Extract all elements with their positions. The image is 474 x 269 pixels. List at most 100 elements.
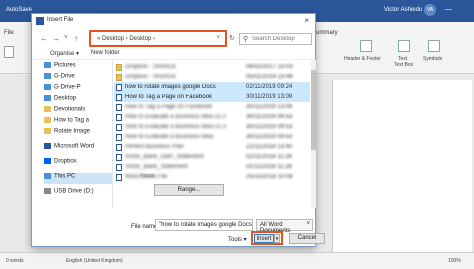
sidebar-item-label: Dropbox — [54, 158, 77, 165]
file-row[interactable]: How to Tag a Page on Facebook 30/11/2019 … — [114, 102, 310, 112]
file-date: 02/11/2019 09:24 — [246, 84, 293, 90]
word-icon — [44, 143, 51, 149]
up-arrow-icon[interactable]: ↑ — [74, 34, 78, 43]
file-list-scrollbar[interactable] — [311, 60, 316, 208]
file-row[interactable]: How to Evaluate a Business Idea v1.0 30/1… — [114, 112, 310, 122]
sidebar-item-microsoft-word[interactable]: Microsoft Word — [44, 143, 112, 154]
ribbon-tab[interactable]: ummary — [316, 30, 338, 36]
insert-dropdown-button[interactable]: ▾ — [274, 234, 280, 243]
chevron-down-icon[interactable]: ˅ — [216, 35, 220, 41]
dropbox-icon — [44, 158, 51, 164]
back-arrow-icon[interactable]: ← — [40, 34, 48, 43]
sidebar-item-pictures[interactable]: Pictures — [44, 62, 112, 73]
insert-file-dialog: Insert File × ← → ˅ ↑ « Desktop › Deskto… — [31, 13, 325, 247]
sidebar-item-label: USB Drive (D:) — [54, 188, 94, 195]
sidebar-item-g-drive[interactable]: G-Drive — [44, 73, 112, 84]
ribbon-insert-icon[interactable] — [4, 46, 14, 58]
word-count[interactable]: 0 words — [6, 258, 24, 264]
document-page[interactable] — [332, 80, 472, 252]
close-icon[interactable]: × — [304, 16, 309, 25]
sidebar-item-label: How to Tag a — [54, 117, 89, 124]
word-icon — [36, 17, 44, 25]
sidebar-item-desktop[interactable]: Desktop — [44, 95, 112, 106]
desktop-icon — [44, 95, 51, 101]
insert-button[interactable]: Insert — [254, 234, 274, 243]
organise-button[interactable]: Organise ▾ — [50, 50, 79, 57]
file-row[interactable]: How to Evaluate a Business Idea v1.0 30/1… — [114, 122, 310, 132]
file-date: 22/11/2018 13:40 — [246, 144, 293, 150]
file-row[interactable]: How to Tag a Page on Facebook 30/11/2019 … — [114, 92, 310, 102]
status-bar: 0 words English (United Kingdom) 100% — [0, 252, 474, 269]
recent-chevron-icon[interactable]: ˅ — [64, 35, 68, 41]
file-row[interactable]: Dropbox - Shortcut 06/02/2017 15:03 — [114, 62, 310, 72]
file-row[interactable]: how to rotate images google Docs 02/11/20… — [114, 82, 310, 92]
file-name-field[interactable]: "how to rotate images google Docs" "I — [155, 219, 253, 231]
word-document-icon — [116, 114, 122, 121]
file-type-select[interactable]: All Word Documents ˅ — [256, 219, 313, 234]
file-name: How to Tag a Page on Facebook — [125, 94, 212, 100]
folder-shortcut-icon — [116, 74, 122, 81]
sidebar-item-rotate-image[interactable]: Rotate Image — [44, 128, 112, 139]
cancel-button[interactable]: Cancel — [289, 233, 325, 244]
range-button[interactable]: Range... — [154, 184, 224, 196]
file-name: How to Tag a Page on Facebook — [125, 104, 212, 110]
sidebar-item-label: Rotate Image — [54, 128, 91, 135]
user-name[interactable]: Victor Ashiedu — [384, 7, 422, 13]
header-footer-icon[interactable] — [360, 40, 372, 52]
dialog-toolbar: Organise ▾ New folder — [32, 48, 315, 60]
chevron-down-icon: ˅ — [306, 221, 310, 227]
file-date: 25/10/2018 10:08 — [246, 174, 293, 180]
folder-icon — [44, 106, 51, 112]
file-name: Victor_Bank_GBP_Statement — [125, 154, 204, 160]
autosave-label[interactable]: AutoSave — [6, 7, 32, 13]
search-box[interactable]: ⚲ — [239, 33, 312, 45]
word-document-icon — [116, 164, 122, 171]
sidebar-item-label: Desktop — [54, 95, 77, 102]
file-row[interactable]: Victor_Bank_GBP_Statement 02/11/2018 11:2… — [114, 152, 310, 162]
file-date: 30/11/2019 09:53 — [246, 114, 293, 120]
sidebar-item-g-drive-p[interactable]: G-Drive-P — [44, 84, 112, 95]
language[interactable]: English (United Kingdom) — [66, 258, 123, 264]
avatar[interactable]: VA — [424, 4, 436, 16]
sidebar-item-usb-drive[interactable]: USB Drive (D:) — [44, 188, 112, 199]
drive-icon — [44, 73, 51, 79]
sidebar-item-label: This PC — [54, 173, 76, 180]
tools-button[interactable]: Tools ▾ — [228, 236, 247, 243]
word-document-icon — [116, 144, 122, 151]
scrollbar-thumb[interactable] — [311, 70, 316, 150]
sidebar-item-label: Pictures — [54, 62, 76, 69]
file-name: Victor_Bank_Statement — [125, 164, 188, 170]
word-document-icon — [116, 154, 122, 161]
forward-arrow-icon[interactable]: → — [52, 34, 60, 43]
dialog-titlebar: Insert File × — [32, 14, 315, 28]
symbols-label[interactable]: Symbols — [423, 56, 442, 62]
folder-shortcut-icon — [116, 64, 122, 71]
sidebar-item-this-pc[interactable]: This PC — [44, 173, 112, 184]
file-row[interactable]: Victor_Bank_Statement 01/11/2018 11:28 — [114, 162, 310, 172]
file-name: Dropbox - Shortcut — [125, 74, 176, 80]
text-icon[interactable] — [398, 40, 410, 52]
file-date: 02/11/2018 11:28 — [246, 154, 292, 160]
search-input[interactable] — [252, 34, 310, 44]
address-bar[interactable]: « Desktop › Desktop › ˅ — [89, 30, 227, 47]
symbols-icon[interactable] — [428, 40, 440, 52]
refresh-icon[interactable]: ↻ — [229, 34, 235, 42]
sidebar-item-dropbox[interactable]: Dropbox — [44, 158, 112, 169]
file-row[interactable]: Perfect Business Plan 22/11/2018 13:40 — [114, 142, 310, 152]
minimize-icon[interactable]: — — [445, 6, 452, 13]
sidebar-item-devotionals[interactable]: Devotionals — [44, 106, 112, 117]
address-path[interactable]: « Desktop › Desktop › — [97, 36, 155, 42]
insert-highlight: Insert ▾ — [251, 231, 283, 245]
file-name: Perfect Business Plan — [125, 144, 184, 150]
file-row[interactable]: How to Evaluate a Business Idea 30/11/201… — [114, 132, 310, 142]
word-document-icon — [116, 134, 122, 141]
file-date: 30/11/2019 13:09 — [246, 94, 293, 100]
file-date: 30/11/2019 09:53 — [246, 124, 293, 130]
sidebar-item-label: G-Drive — [54, 73, 75, 80]
file-row[interactable]: Dropbox - Shortcut 05/01/2019 23:48 — [114, 72, 310, 82]
sidebar-item-how-to-tag[interactable]: How to Tag a — [44, 117, 112, 128]
file-date: 30/11/2019 09:53 — [246, 134, 293, 140]
new-folder-button[interactable]: New folder — [91, 50, 120, 56]
zoom-level[interactable]: 100% — [448, 258, 461, 264]
file-tab[interactable]: File — [4, 30, 14, 36]
